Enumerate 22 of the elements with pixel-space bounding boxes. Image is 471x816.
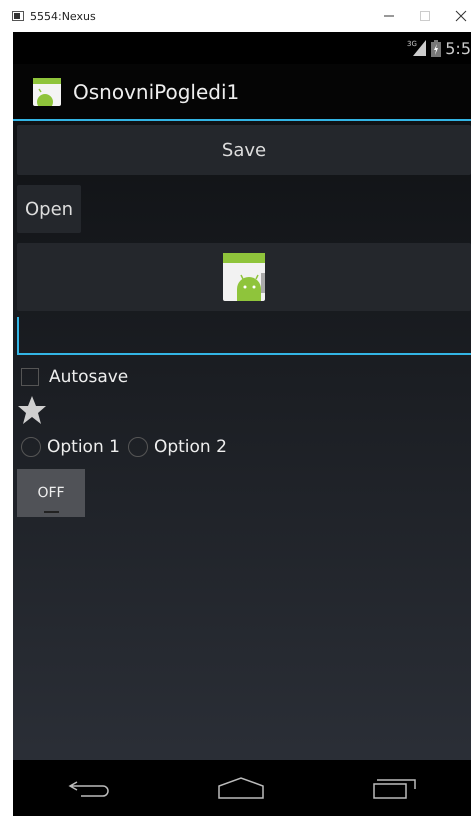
app-title: OsnovniPogledi1: [73, 80, 240, 104]
android-app-icon: [33, 78, 61, 106]
radio-button[interactable]: [21, 437, 41, 457]
home-icon[interactable]: [218, 777, 264, 799]
battery-icon: [431, 40, 442, 56]
save-button[interactable]: Save: [17, 125, 471, 175]
open-button[interactable]: Open: [17, 185, 82, 233]
status-time: 5:5: [445, 38, 471, 58]
checkbox-label: Autosave: [49, 367, 128, 387]
radio-button[interactable]: [128, 437, 148, 457]
toggle-button[interactable]: OFF: [17, 469, 85, 517]
recent-apps-icon[interactable]: [372, 777, 417, 799]
radio-label: Option 2: [154, 437, 227, 457]
text-field[interactable]: [17, 317, 471, 355]
window-title: 5554:Nexus: [30, 10, 97, 22]
checkbox[interactable]: [21, 368, 39, 386]
image-button[interactable]: [17, 243, 471, 311]
radio-label: Option 1: [47, 437, 120, 457]
close-icon[interactable]: [455, 10, 467, 22]
window-icon: [12, 11, 24, 21]
star-icon[interactable]: [17, 395, 47, 425]
android-image-icon: [223, 253, 265, 301]
